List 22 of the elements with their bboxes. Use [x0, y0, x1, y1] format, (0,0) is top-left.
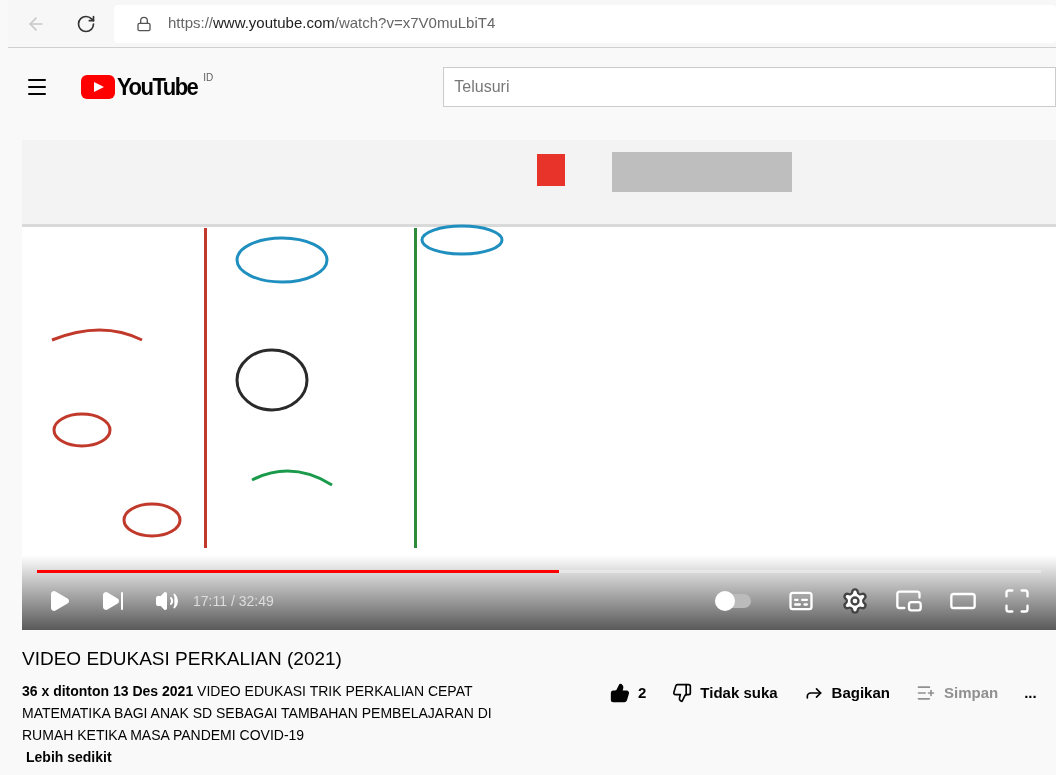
video-description: 36 x ditonton 13 Des 2021 VIDEO EDUKASI TRIK PERKALIAN CEPAT MATEMATIKA BAGI ANAK SD SEBAGAI TAMBAHAN PEMBELAJARAN DI RUMAH KETIKA MASA PANDEMI COVID-19 [22, 682, 493, 745]
like-button[interactable]: 2 [610, 682, 647, 705]
progress-track[interactable] [37, 570, 1041, 573]
next-button[interactable] [101, 589, 125, 613]
region-label: ID [203, 71, 214, 85]
settings-button[interactable] [841, 587, 869, 615]
address-bar[interactable]: https://www.youtube.com/watch?v=x7V0muLbiT4 [114, 4, 1056, 43]
lock-icon [136, 15, 152, 32]
show-less-link[interactable]: Lebih sedikit [26, 746, 112, 768]
search-field[interactable]: Telusuri [443, 66, 1056, 107]
reload-button[interactable] [76, 13, 96, 34]
time-display: 17:11 / 32:49 [193, 591, 274, 611]
more-button[interactable]: ... [1024, 682, 1037, 705]
autoplay-toggle[interactable] [715, 594, 751, 608]
volume-button[interactable] [155, 589, 179, 613]
logo-text: YouTube [117, 71, 198, 103]
video-title: VIDEO EDUKASI PERKALIAN (2021) [22, 648, 343, 670]
share-button[interactable]: Bagikan [803, 682, 890, 705]
dislike-button[interactable]: Tidak suka [672, 682, 778, 705]
play-logo-icon [81, 74, 115, 99]
url-text: https://www.youtube.com/watch?v=x7V0muLbiT4 [168, 13, 496, 34]
fullscreen-button[interactable] [1003, 587, 1031, 615]
